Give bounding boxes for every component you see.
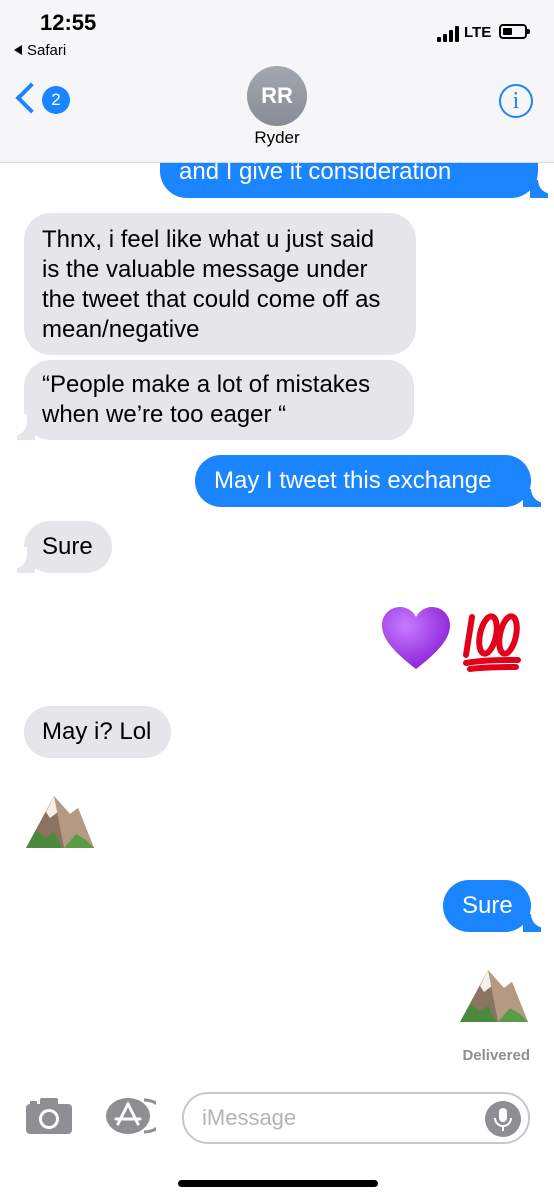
message-input[interactable]: iMessage — [182, 1092, 530, 1144]
bubble-tail — [523, 481, 551, 507]
snow-capped-mountain-emoji[interactable] — [24, 790, 96, 850]
message-bubble-received[interactable]: “People make a lot of mistakes when we’r… — [24, 360, 414, 440]
bubble-tail — [530, 172, 554, 198]
message-bubble-sent[interactable]: May I tweet this exchange — [195, 455, 531, 507]
message-bubble-received[interactable]: May i? Lol — [24, 706, 171, 758]
message-bubble-received[interactable]: Sure — [24, 521, 112, 573]
conversation-header: 12:55 Safari LTE 2 RR Ryder i — [0, 0, 554, 163]
contact-name[interactable]: Ryder — [0, 128, 554, 148]
conversation: and I give it consideration Thnx, i feel… — [0, 0, 554, 1200]
home-indicator[interactable] — [178, 1180, 378, 1187]
bubble-tail — [523, 906, 551, 932]
camera-icon[interactable] — [24, 1096, 74, 1136]
microphone-icon[interactable] — [485, 1101, 521, 1137]
network-type: LTE — [464, 24, 492, 41]
back-button[interactable]: 2 — [15, 82, 72, 118]
bubble-tail — [7, 414, 35, 440]
message-bubble-received[interactable]: Thnx, i feel like what u just said is th… — [24, 213, 416, 355]
message-input-placeholder: iMessage — [202, 1105, 297, 1130]
snow-capped-mountain-emoji[interactable] — [458, 964, 530, 1024]
purple-heart-emoji[interactable] — [380, 605, 452, 673]
message-bubble-sent[interactable]: Sure — [443, 880, 531, 932]
contact-avatar[interactable]: RR — [247, 66, 307, 126]
battery-icon — [499, 24, 530, 39]
back-to-app-link[interactable]: Safari — [14, 42, 66, 59]
back-app-label: Safari — [27, 42, 67, 59]
hundred-points-emoji[interactable] — [462, 605, 522, 673]
info-icon[interactable]: i — [499, 84, 533, 118]
bubble-tail — [7, 547, 35, 573]
app-store-icon[interactable] — [104, 1096, 166, 1136]
status-time: 12:55 — [40, 10, 97, 35]
back-triangle-icon — [14, 45, 22, 55]
delivered-receipt: Delivered — [462, 1047, 530, 1064]
cellular-signal-icon — [437, 26, 461, 42]
unread-count-badge: 2 — [42, 86, 70, 114]
